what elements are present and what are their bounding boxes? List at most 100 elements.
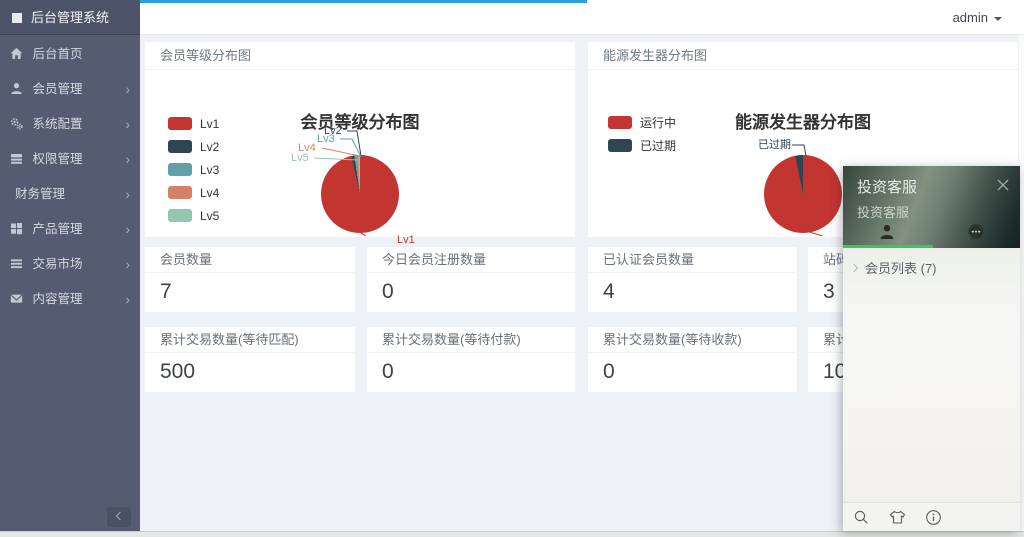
member-level-panel: 会员等级分布图 会员等级分布图 Lv1 Lv2 Lv3 Lv4 Lv5 Lv2 … [145,42,575,237]
energy-generator-pie [764,155,842,233]
pie-label-lv1: Lv1 [397,234,415,246]
username: admin [953,10,988,25]
legend-swatch [168,163,192,176]
legend-swatch [168,209,192,222]
panel-header: 能源发生器分布图 [588,42,1018,70]
chevron-right-icon: › [125,72,130,107]
legend-swatch [608,116,632,129]
sidebar-item-products[interactable]: 产品管理 › [0,212,140,247]
stat-card-member-count: 会员数量 7 [145,247,355,312]
gears-icon [10,109,23,122]
skin-tshirt-icon[interactable] [889,509,906,526]
member-list-toggle[interactable]: 会员列表 (7) [851,258,937,277]
chat-header: 投资客服 投资客服 [843,166,1020,248]
search-icon[interactable] [853,509,870,526]
stat-label: 会员数量 [145,247,355,273]
member-level-chart: 会员等级分布图 Lv1 Lv2 Lv3 Lv4 Lv5 Lv2 Lv3 Lv4 … [145,70,575,236]
legend-item-lv2[interactable]: Lv2 [168,135,219,158]
stat-value: 0 [588,353,797,384]
chat-title: 投资客服 [857,176,917,197]
app-title: 后台管理系统 [31,10,109,25]
sidebar-item-market[interactable]: 交易市场 › [0,247,140,282]
sidebar-item-permissions[interactable]: 权限管理 › [0,142,140,177]
stat-value: 7 [145,273,355,304]
legend-label: Lv4 [200,186,219,200]
chevron-right-icon: › [125,142,130,177]
stat-label: 累计交易数量(等待付款) [367,327,575,353]
customer-service-widget: 投资客服 投资客服 会员列表 (7) [843,166,1020,531]
sidebar-item-label: 交易市场 [32,257,82,271]
chevron-right-icon: › [125,247,130,282]
pie-label-lv3: Lv3 [317,133,335,145]
sidebar-item-label: 系统配置 [32,117,82,131]
stat-label: 累计交易数量(等待收款) [588,327,797,353]
expand-arrow-icon [850,263,858,271]
window-bottom-edge [0,531,1024,537]
grid-icon [10,214,23,227]
legend-swatch [168,186,192,199]
legend-label: 运行中 [640,114,676,131]
stat-card-trades-waiting-match: 累计交易数量(等待匹配) 500 [145,327,355,392]
stat-card-trades-waiting-payment: 累计交易数量(等待付款) 0 [367,327,575,392]
sidebar-item-label: 权限管理 [32,152,82,166]
layers-icon [10,144,23,157]
legend-swatch [608,139,632,152]
tab-members[interactable] [843,223,932,245]
tab-chat[interactable] [932,223,1021,245]
menu-icon [10,249,23,262]
stat-value: 0 [367,353,575,384]
sidebar-item-label: 内容管理 [32,292,82,306]
close-icon[interactable] [996,178,1010,192]
chat-footer [843,502,1020,531]
info-icon[interactable] [925,509,942,526]
loading-progress-bar [140,0,587,3]
stat-label: 今日会员注册数量 [367,247,575,273]
legend-label: 已过期 [640,137,676,154]
home-icon [10,39,23,52]
pie-label-expired: 已过期 [758,139,791,151]
sidebar-item-home[interactable]: 后台首页 [0,37,140,72]
legend-item-lv4[interactable]: Lv4 [168,181,219,204]
stat-card-today-registrations: 今日会员注册数量 0 [367,247,575,312]
user-menu[interactable]: admin [953,0,1002,35]
stat-value: 500 [145,353,355,384]
sidebar-item-finance[interactable]: 财务管理 › [0,177,140,212]
chevron-right-icon: › [125,107,130,142]
legend-label: Lv5 [200,209,219,223]
legend-item-lv5[interactable]: Lv5 [168,204,219,227]
legend-label: Lv3 [200,163,219,177]
legend-label: Lv1 [200,117,219,131]
sidebar: 后台管理系统 后台首页 会员管理 › 系统配置 › 权限管理 › [0,0,140,531]
legend-item-running[interactable]: 运行中 [608,111,676,134]
stat-value: 4 [588,273,797,304]
sidebar-item-members[interactable]: 会员管理 › [0,72,140,107]
app-title-bar: 后台管理系统 [0,0,140,35]
stat-card-verified-members: 已认证会员数量 4 [588,247,797,312]
admin-dashboard: admin 后台管理系统 后台首页 会员管理 › 系统配置 › [0,0,1024,537]
chart-legend: Lv1 Lv2 Lv3 Lv4 Lv5 [168,112,219,227]
legend-item-expired[interactable]: 已过期 [608,134,676,157]
user-icon [10,74,23,87]
chat-tabs [843,223,1020,245]
chevron-down-icon [994,17,1002,21]
sidebar-item-label: 产品管理 [32,222,82,236]
chart-legend: 运行中 已过期 [608,111,676,157]
stat-value: 0 [367,273,575,304]
mail-icon [10,284,23,297]
chevron-right-icon: › [125,177,130,212]
sidebar-item-content[interactable]: 内容管理 › [0,282,140,317]
sidebar-collapse-button[interactable] [107,507,131,527]
chat-bubble-icon [967,228,985,245]
stat-label: 已认证会员数量 [588,247,797,273]
member-list-label: 会员列表 (7) [865,258,937,277]
legend-swatch [168,117,192,130]
legend-swatch [168,140,192,153]
member-level-pie [321,155,399,233]
stat-card-trades-waiting-receipt: 累计交易数量(等待收款) 0 [588,327,797,392]
topbar: admin [140,0,1024,35]
chevron-left-icon [116,512,124,520]
legend-item-lv1[interactable]: Lv1 [168,112,219,135]
chat-subtitle: 投资客服 [857,202,909,221]
sidebar-item-system-config[interactable]: 系统配置 › [0,107,140,142]
legend-item-lv3[interactable]: Lv3 [168,158,219,181]
